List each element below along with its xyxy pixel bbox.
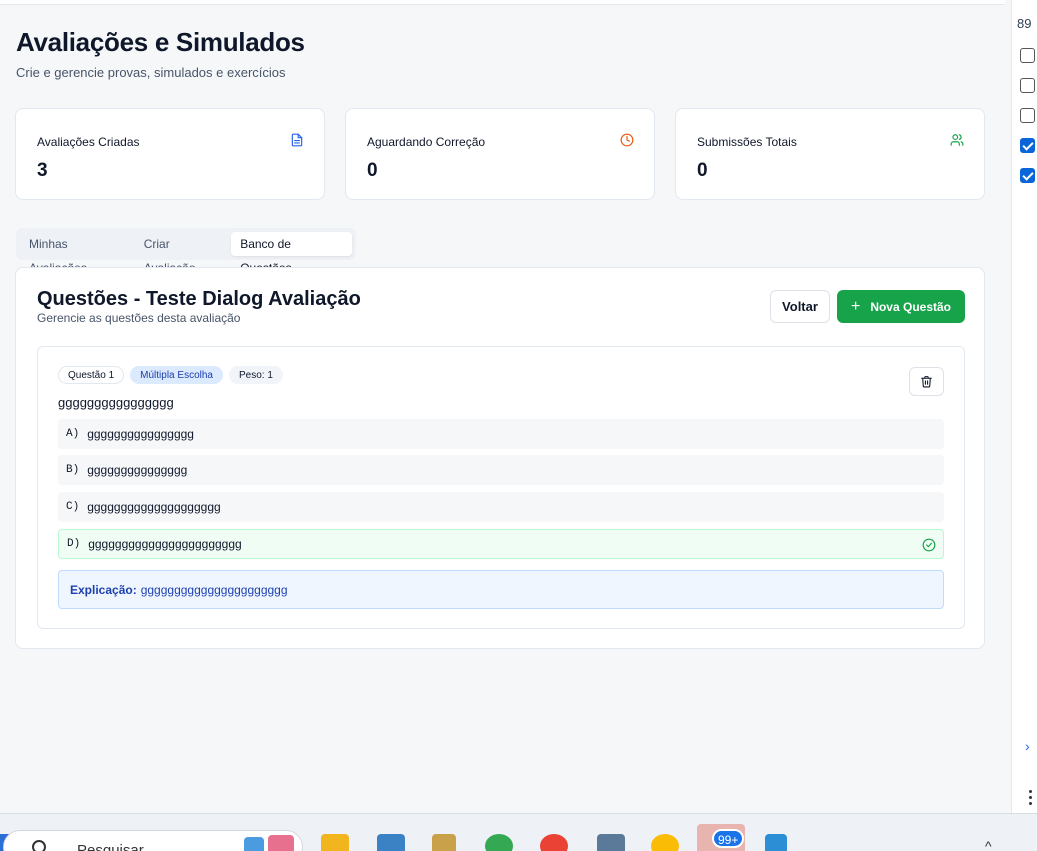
question-text: gggggggggggggggg xyxy=(58,395,174,410)
tab-banco-de-questoes[interactable]: Banco de Questões xyxy=(231,232,352,275)
plus-icon: + xyxy=(850,297,861,315)
chevron-up-icon[interactable]: ^ xyxy=(985,838,992,851)
panel-title: Questões - Teste Dialog Avaliação xyxy=(37,288,361,310)
stat-value: 0 xyxy=(697,160,708,181)
taskbar-search[interactable]: Pesquisar xyxy=(3,830,303,851)
widget-icon xyxy=(244,837,264,851)
tab-minhas-avaliacoes[interactable]: Minhas Avaliações xyxy=(20,232,135,275)
explanation-text: gggggggggggggggggggggg xyxy=(140,582,288,597)
option-letter: B) xyxy=(66,464,80,476)
question-number-badge: Questão 1 xyxy=(58,366,125,384)
stat-label: Aguardando Correção xyxy=(367,135,486,149)
chrome-profile-photo-icon[interactable] xyxy=(651,834,679,851)
back-button[interactable]: Voltar xyxy=(770,290,830,323)
trash-icon xyxy=(921,376,932,388)
new-question-button[interactable]: + Nova Questão xyxy=(837,290,965,323)
lock-icon[interactable] xyxy=(432,834,456,851)
option-a: A) gggggggggggggggg xyxy=(58,419,944,449)
search-icon xyxy=(32,840,46,851)
option-c: C) gggggggggggggggggggg xyxy=(58,492,944,522)
stat-value: 0 xyxy=(367,160,378,181)
question-card: Questão 1 Múltipla Escolha Peso: 1 ggggg… xyxy=(37,346,965,629)
question-badges: Questão 1 Múltipla Escolha Peso: 1 xyxy=(58,366,283,384)
checkbox-5[interactable] xyxy=(1020,168,1035,183)
stat-card-aguardando: Aguardando Correção 0 xyxy=(345,108,655,200)
folder-icon[interactable] xyxy=(321,834,349,851)
stat-label: Avaliações Criadas xyxy=(37,135,140,149)
option-letter: A) xyxy=(66,428,80,440)
stat-label: Submissões Totais xyxy=(697,135,797,149)
notification-badge: 99+ xyxy=(712,829,745,848)
check-circle-icon xyxy=(922,538,936,552)
chevron-right-icon[interactable]: › xyxy=(1025,738,1030,754)
game-icon xyxy=(268,835,294,851)
page-title: Avaliações e Simulados xyxy=(16,27,305,57)
checkbox-2[interactable] xyxy=(1020,78,1035,93)
taskbar: Pesquisar 99+ ^ xyxy=(0,813,1037,851)
tabs-list: Minhas Avaliações Criar Avaliação Banco … xyxy=(16,228,356,275)
notepad-icon[interactable] xyxy=(765,834,787,851)
taskbar-search-placeholder: Pesquisar xyxy=(77,842,144,851)
checkbox-3[interactable] xyxy=(1020,108,1035,123)
stat-card-submissoes: Submissões Totais 0 xyxy=(675,108,985,200)
page-subtitle: Crie e gerencie provas, simulados e exer… xyxy=(16,65,286,80)
option-text: gggggggggggggggggggg xyxy=(87,500,221,514)
delete-question-button[interactable] xyxy=(909,367,944,396)
users-icon xyxy=(950,134,964,146)
chrome-profile-m-icon[interactable] xyxy=(485,834,513,851)
side-panel: 89 › xyxy=(1011,0,1037,813)
option-letter: D) xyxy=(67,538,81,550)
option-b: B) ggggggggggggggg xyxy=(58,455,944,485)
explanation-label: Explicação: xyxy=(70,582,137,597)
main-content: Avaliações e Simulados Crie e gerencie p… xyxy=(0,5,1005,813)
control-panel-icon[interactable] xyxy=(377,834,405,851)
clock-icon xyxy=(620,133,634,147)
chrome-profile-z-icon[interactable] xyxy=(540,834,568,851)
option-letter: C) xyxy=(66,501,80,513)
stat-card-avaliacoes: Avaliações Criadas 3 xyxy=(15,108,325,200)
question-type-badge: Múltipla Escolha xyxy=(130,366,223,384)
option-d-correct: D) ggggggggggggggggggggggg xyxy=(58,529,944,559)
file-text-icon xyxy=(291,133,303,147)
questions-panel: Questões - Teste Dialog Avaliação Gerenc… xyxy=(15,267,985,649)
more-options-icon[interactable] xyxy=(1029,790,1033,808)
checkbox-4[interactable] xyxy=(1020,138,1035,153)
stat-value: 3 xyxy=(37,160,48,181)
tab-criar-avaliacao[interactable]: Criar Avaliação xyxy=(135,232,231,275)
new-question-label: Nova Questão xyxy=(870,299,952,314)
checkbox-1[interactable] xyxy=(1020,48,1035,63)
side-panel-number: 89 xyxy=(1017,16,1032,31)
question-weight-badge: Peso: 1 xyxy=(228,366,283,384)
calculator-icon[interactable] xyxy=(597,834,625,851)
option-text: gggggggggggggggg xyxy=(87,427,194,441)
option-text: ggggggggggggggggggggggg xyxy=(88,537,242,551)
explanation-box: Explicação: gggggggggggggggggggggg xyxy=(58,570,944,609)
option-text: ggggggggggggggg xyxy=(87,463,188,477)
panel-subtitle: Gerencie as questões desta avaliação xyxy=(37,311,241,325)
